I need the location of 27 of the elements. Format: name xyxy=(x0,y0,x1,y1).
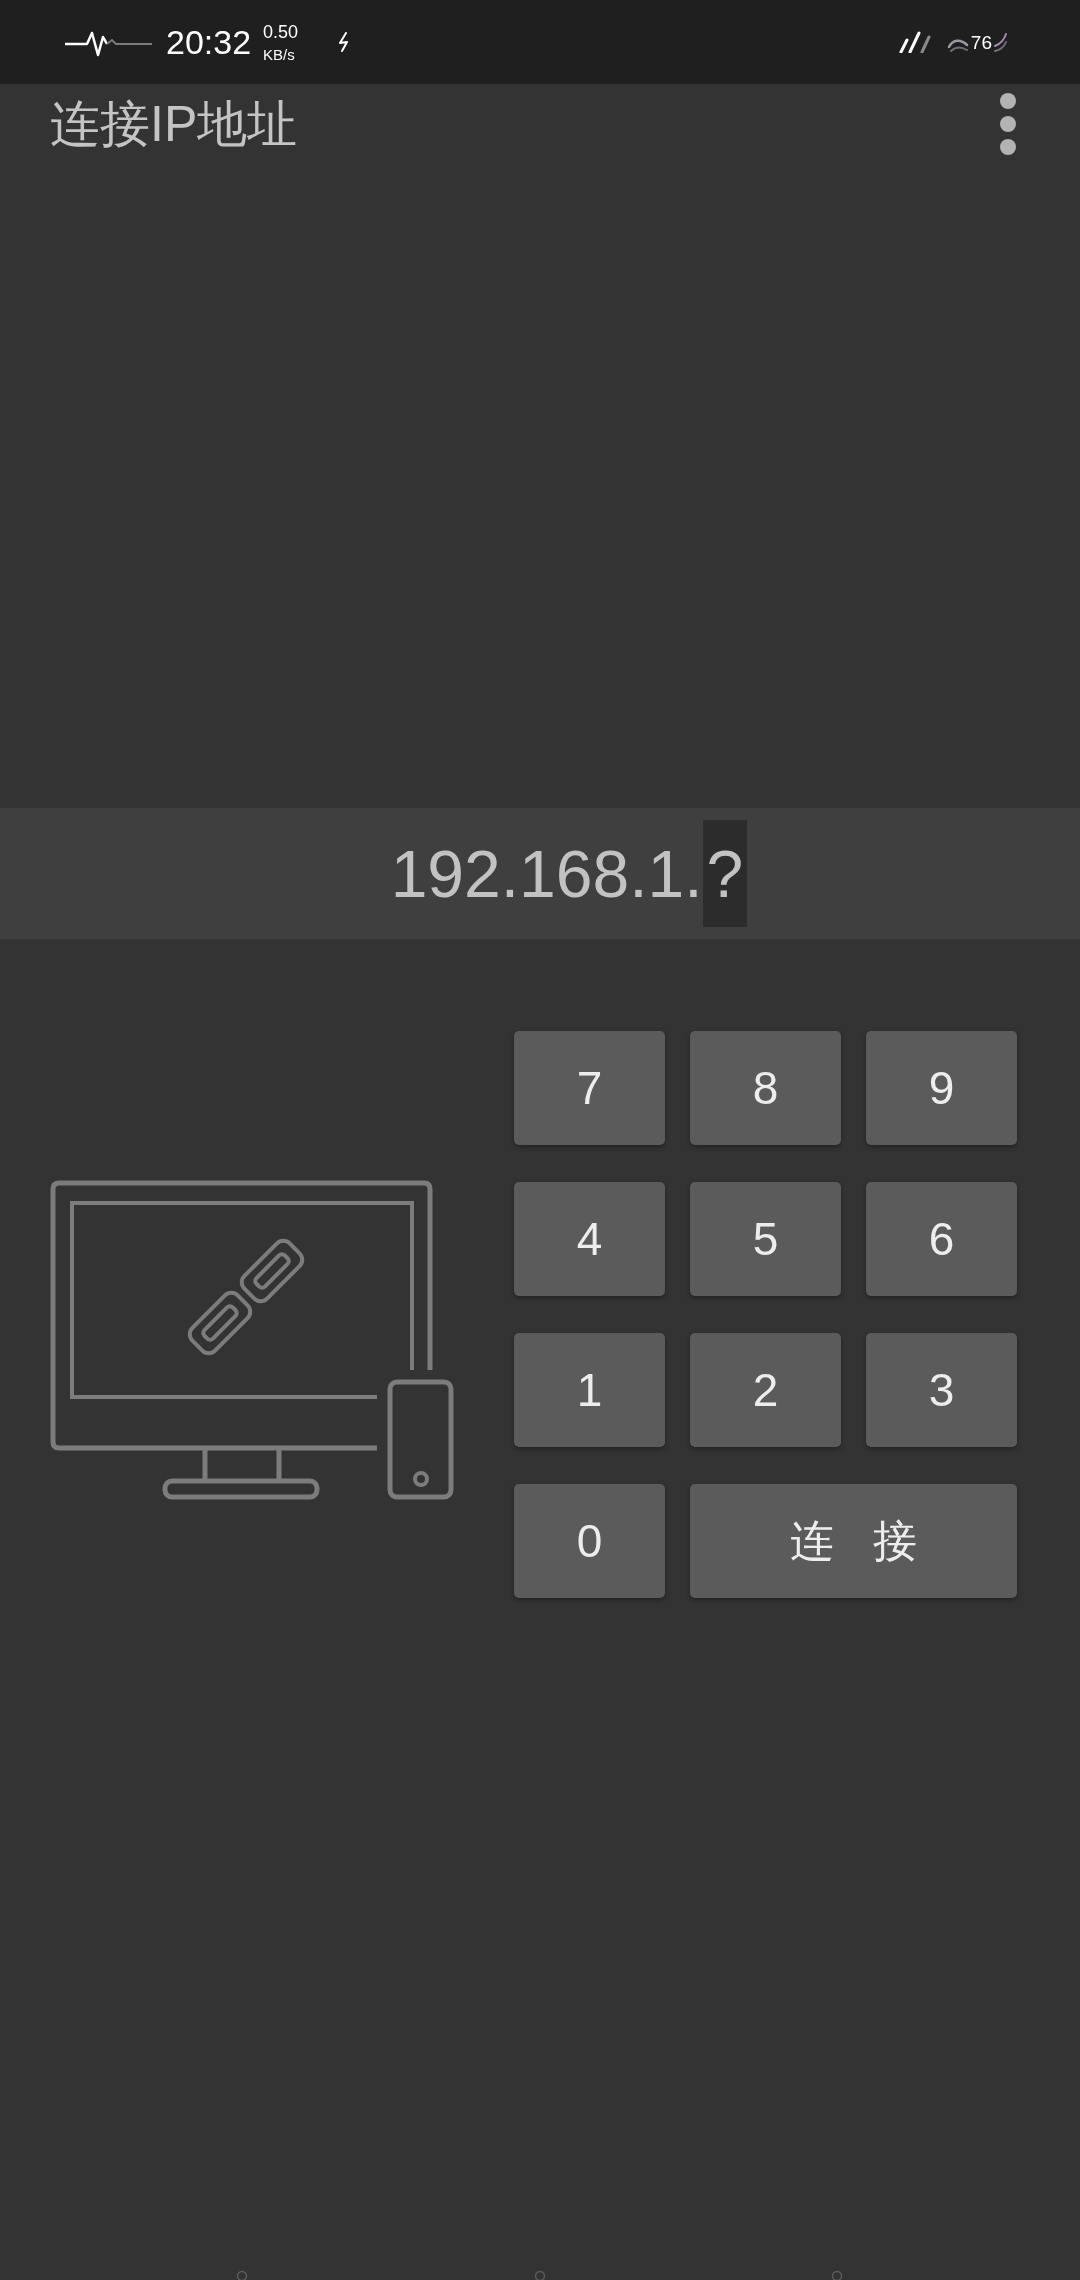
digit-key[interactable]: 6 xyxy=(866,1182,1017,1296)
nav-ring-icon[interactable] xyxy=(534,2269,546,2280)
swirl-icon xyxy=(946,39,969,53)
swirl-tail-icon xyxy=(994,32,1008,52)
overflow-menu-button[interactable] xyxy=(1000,93,1016,155)
digit-key[interactable]: 1 xyxy=(514,1333,665,1447)
digit-key[interactable]: 9 xyxy=(866,1031,1017,1145)
digit-key[interactable]: 5 xyxy=(690,1182,841,1296)
signal-icon xyxy=(898,31,931,53)
digit-key[interactable]: 8 xyxy=(690,1031,841,1145)
more-vertical-icon xyxy=(1000,93,1016,155)
nav-ring-icon[interactable] xyxy=(236,2269,248,2280)
digit-key[interactable]: 2 xyxy=(690,1333,841,1447)
bolt-icon xyxy=(338,32,351,52)
digit-key[interactable]: 0 xyxy=(514,1484,665,1598)
network-speed-value: 0.50 xyxy=(263,22,299,41)
pending-octet-cursor: ? xyxy=(702,820,748,927)
connect-button[interactable]: 连 接 xyxy=(690,1484,1017,1598)
nav-ring-icon[interactable] xyxy=(831,2269,843,2280)
ip-address-value: 192.168.1. xyxy=(390,840,703,907)
digit-key[interactable]: 3 xyxy=(866,1333,1017,1447)
battery-level: 76 xyxy=(970,32,992,52)
digit-key[interactable]: 4 xyxy=(514,1182,665,1296)
clock-time: 20:32 xyxy=(166,25,252,59)
app-title: 连接IP地址 xyxy=(50,99,298,149)
network-speed-unit: KB/s xyxy=(263,46,296,62)
digit-key[interactable]: 7 xyxy=(514,1031,665,1145)
